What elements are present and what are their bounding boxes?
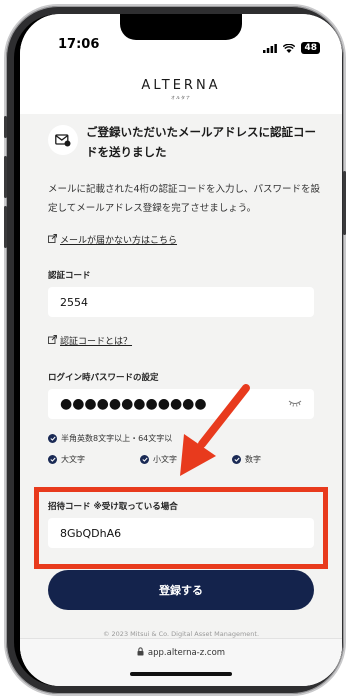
external-link-icon [48, 233, 57, 246]
auth-code-value: 2554 [60, 295, 88, 309]
red-arrow-icon [170, 382, 254, 484]
screen: 17:06 48 ALTERNA オルタナ ご登録いただいたメールアドレスに認証… [20, 14, 342, 686]
rule-length: 半角英数8文字以上・64文字以 [48, 433, 172, 444]
notch [120, 14, 242, 40]
mail-sent-icon [48, 125, 78, 155]
what-is-code-label: 認証コードとは？ [60, 337, 133, 347]
volume-down-button [4, 206, 7, 248]
copyright-text: © 2023 Mitsui & Co. Digital Asset Manage… [102, 630, 260, 638]
check-icon [140, 455, 149, 464]
title-row: ご登録いただいたメールアドレスに認証コードを送りました [48, 122, 318, 162]
battery-indicator: 48 [301, 41, 320, 54]
check-icon [48, 455, 57, 464]
rule-uppercase: 大文字 [48, 454, 85, 465]
wifi-icon [283, 38, 296, 57]
invite-code-highlight-box: 招待コード ※受け取っている場合 8GbQDhA6 [34, 487, 328, 569]
logo-subtitle: オルタナ [171, 95, 191, 100]
lock-icon [137, 647, 144, 659]
what-is-code-link[interactable]: 認証コードとは？ [48, 334, 132, 347]
instructions-text: メールに記載された4桁の認証コードを入力し、パスワードを設定してメールアドレス登… [48, 184, 321, 214]
status-bar: 17:06 48 [20, 14, 342, 58]
check-icon [48, 434, 57, 443]
mute-switch [4, 116, 7, 138]
signal-icon [263, 38, 278, 57]
invite-code-input[interactable]: 8GbQDhA6 [48, 518, 314, 548]
url-display: app.alterna-z.com [20, 647, 342, 659]
browser-url-bar[interactable]: app.alterna-z.com [20, 638, 342, 686]
logo: ALTERNA [141, 78, 221, 93]
page-title: ご登録いただいたメールアドレスに認証コードを送りました [86, 125, 316, 159]
invite-code-value: 8GbQDhA6 [60, 526, 122, 540]
volume-up-button [4, 156, 7, 198]
mail-not-received-link[interactable]: メールが届かない方はこちら [48, 233, 177, 246]
invite-code-label: 招待コード ※受け取っている場合 [48, 502, 178, 512]
power-button [343, 171, 346, 235]
auth-code-label: 認証コード [48, 271, 91, 281]
eye-closed-icon[interactable] [288, 398, 302, 411]
verification-form: ご登録いただいたメールアドレスに認証コードを送りました メールに記載された4桁の… [20, 114, 342, 659]
url-text: app.alterna-z.com [147, 648, 226, 658]
password-label: ログイン時パスワードの設定 [48, 373, 159, 383]
rule-uppercase-text: 大文字 [61, 455, 85, 464]
rule-length-text: 半角英数8文字以上・64文字以 [61, 434, 173, 443]
external-link-icon [48, 334, 57, 347]
auth-code-input[interactable]: 2554 [48, 287, 314, 317]
home-indicator[interactable] [130, 672, 232, 676]
register-button[interactable]: 登録する [48, 570, 314, 610]
app-header: ALTERNA オルタナ [20, 58, 342, 114]
status-icons: 48 [263, 38, 320, 57]
clock: 17:06 [58, 37, 100, 52]
mail-not-received-label: メールが届かない方はこちら [60, 236, 178, 246]
